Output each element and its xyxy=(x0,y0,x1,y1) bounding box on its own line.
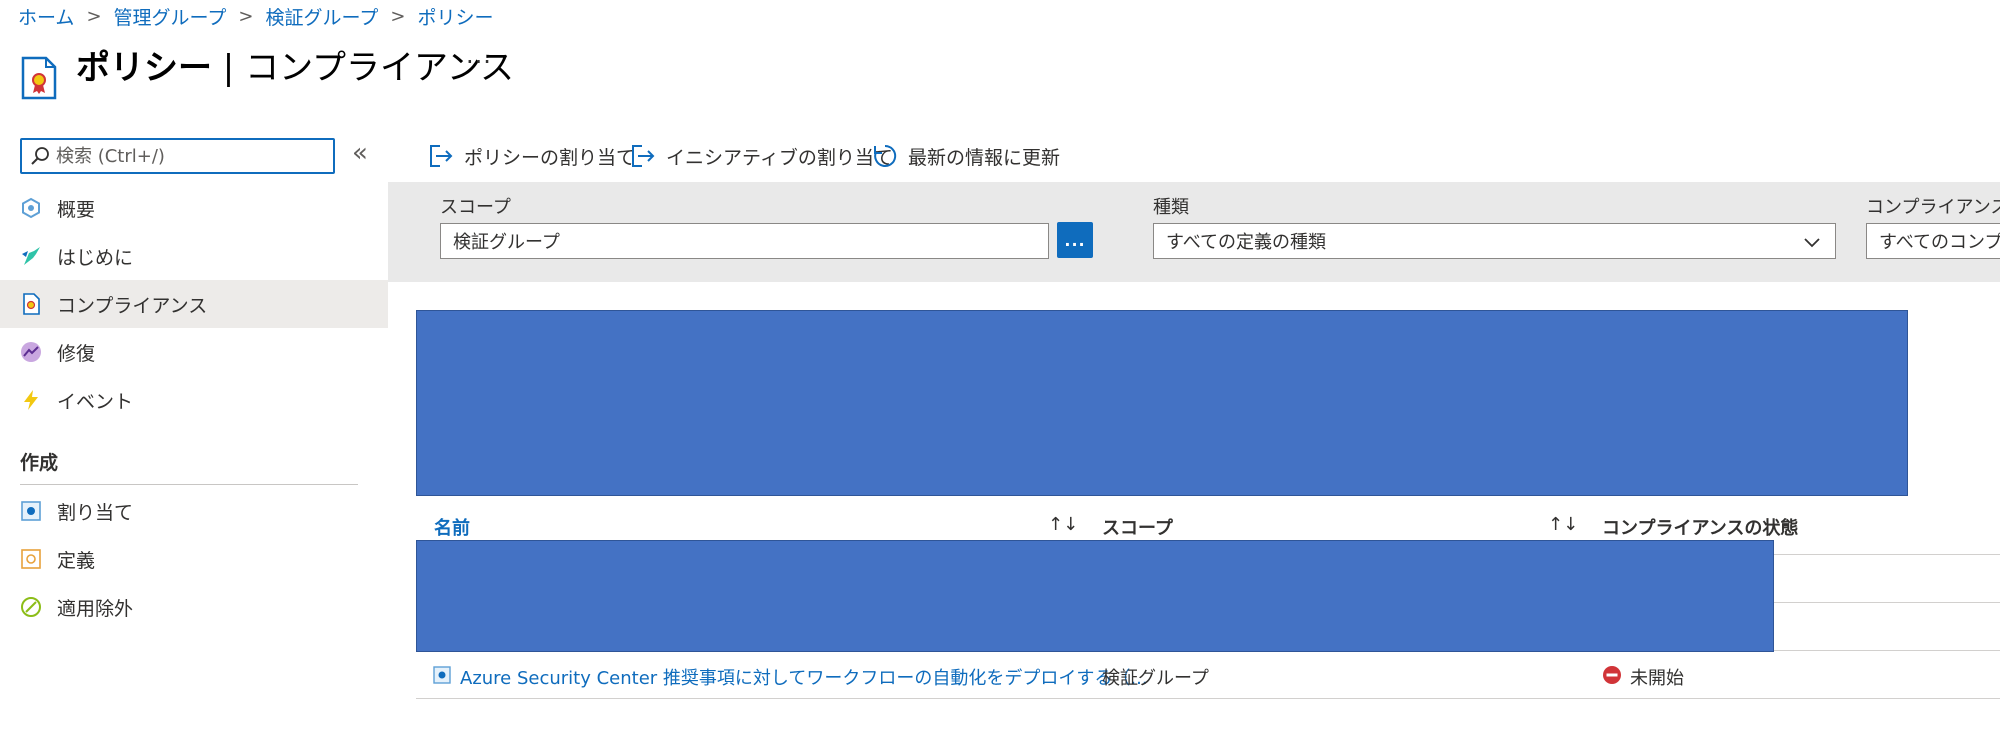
type-filter-value: すべての定義の種類 xyxy=(1166,232,1327,253)
breadcrumb-policy[interactable]: ポリシー xyxy=(417,3,493,30)
redacted-summary xyxy=(416,310,1908,496)
compliance-filter-label: コンプライアンスの状態 xyxy=(1866,197,2000,218)
scope-filter-input[interactable]: 検証グループ xyxy=(440,223,1049,259)
sidebar-item-compliance[interactable]: コンプライアンス xyxy=(0,280,388,328)
sidebar-item-exemptions[interactable]: 適用除外 xyxy=(0,583,388,631)
assign-initiative-label: イニシアティブの割り当て xyxy=(666,146,893,169)
definition-icon xyxy=(20,548,42,570)
breadcrumb-management-groups[interactable]: 管理グループ xyxy=(114,3,227,30)
assign-arrow-icon xyxy=(632,145,655,167)
sidebar-item-getting-started[interactable]: はじめに xyxy=(0,232,388,280)
assign-policy-button[interactable]: ポリシーの割り当て xyxy=(428,138,635,174)
exemption-icon xyxy=(20,596,42,618)
sidebar-section-author: 作成 xyxy=(20,452,59,474)
column-header-compliance[interactable]: コンプライアンスの状態 xyxy=(1602,514,1798,540)
sidebar-item-overview[interactable]: 概要 xyxy=(0,184,388,232)
redacted-rows xyxy=(416,540,1774,652)
breadcrumb-home[interactable]: ホーム xyxy=(18,3,74,30)
policy-scope: 検証グループ xyxy=(1102,668,1209,689)
sidebar-item-definitions[interactable]: 定義 xyxy=(0,535,388,583)
scope-filter-label: スコープ xyxy=(440,197,511,218)
scope-picker-button[interactable]: ... xyxy=(1057,222,1093,258)
sidebar-item-label: 適用除外 xyxy=(57,597,134,620)
search-icon xyxy=(31,147,49,165)
sort-scope-icon[interactable]: ↑↓ xyxy=(1548,514,1578,535)
refresh-button[interactable]: 最新の情報に更新 xyxy=(872,138,1060,174)
search-input[interactable] xyxy=(56,145,316,167)
assign-initiative-button[interactable]: イニシアティブの割り当て xyxy=(630,138,893,174)
not-started-icon xyxy=(1603,666,1621,684)
column-header-name[interactable]: 名前 xyxy=(434,514,470,540)
type-filter-label: 種類 xyxy=(1153,197,1189,218)
sidebar-item-label: 修復 xyxy=(57,342,96,365)
policy-name-link[interactable]: Azure Security Center 推奨事項に対してワークフローの自動化… xyxy=(460,664,1148,690)
assign-policy-label: ポリシーの割り当て xyxy=(464,146,636,169)
assignment-icon xyxy=(433,666,451,684)
section-divider xyxy=(20,484,358,485)
compliance-filter-dropdown[interactable]: すべてのコンプライアンスの状態 xyxy=(1866,223,2000,259)
breadcrumb-test-group[interactable]: 検証グループ xyxy=(266,3,379,30)
breadcrumb-separator: > xyxy=(390,5,406,27)
breadcrumb: ホーム > 管理グループ > 検証グループ > ポリシー xyxy=(18,2,493,30)
compliance-status: 未開始 xyxy=(1630,668,1684,689)
sidebar-item-label: イベント xyxy=(57,390,134,413)
sidebar-search[interactable] xyxy=(20,138,335,174)
sidebar-item-remediation[interactable]: 修復 xyxy=(0,328,388,376)
sidebar-item-label: はじめに xyxy=(57,246,134,269)
sidebar-item-label: 定義 xyxy=(57,549,96,572)
type-filter-dropdown[interactable]: すべての定義の種類 xyxy=(1153,223,1836,259)
assign-arrow-icon xyxy=(430,145,453,167)
refresh-label: 最新の情報に更新 xyxy=(908,146,1061,169)
remediation-icon xyxy=(20,341,42,363)
collapse-sidebar-button[interactable]: « xyxy=(352,138,368,168)
sidebar-item-events[interactable]: イベント xyxy=(0,376,388,424)
sort-name-icon[interactable]: ↑↓ xyxy=(1048,514,1078,535)
compliance-icon xyxy=(20,293,42,315)
breadcrumb-separator: > xyxy=(86,5,102,27)
sidebar-item-label: コンプライアンス xyxy=(57,294,208,317)
row-divider xyxy=(416,698,2000,699)
sidebar-item-assignments[interactable]: 割り当て xyxy=(0,487,388,535)
breadcrumb-separator: > xyxy=(238,5,254,27)
more-options-button[interactable]: ··· xyxy=(466,48,492,76)
chevron-down-icon xyxy=(1804,238,1820,248)
events-icon xyxy=(20,389,42,411)
page-title: ポリシー | コンプライアンス xyxy=(76,40,514,89)
page-title-policy: ポリシー xyxy=(76,48,212,88)
column-header-scope[interactable]: スコープ xyxy=(1102,514,1173,540)
refresh-icon xyxy=(874,144,897,167)
assignment-icon xyxy=(20,500,42,522)
getting-started-icon xyxy=(20,245,42,267)
sidebar-item-label: 割り当て xyxy=(57,501,134,524)
sidebar-item-label: 概要 xyxy=(57,198,96,221)
page-title-separator: | xyxy=(212,48,246,88)
overview-icon xyxy=(20,197,42,219)
policy-document-icon xyxy=(21,56,57,100)
